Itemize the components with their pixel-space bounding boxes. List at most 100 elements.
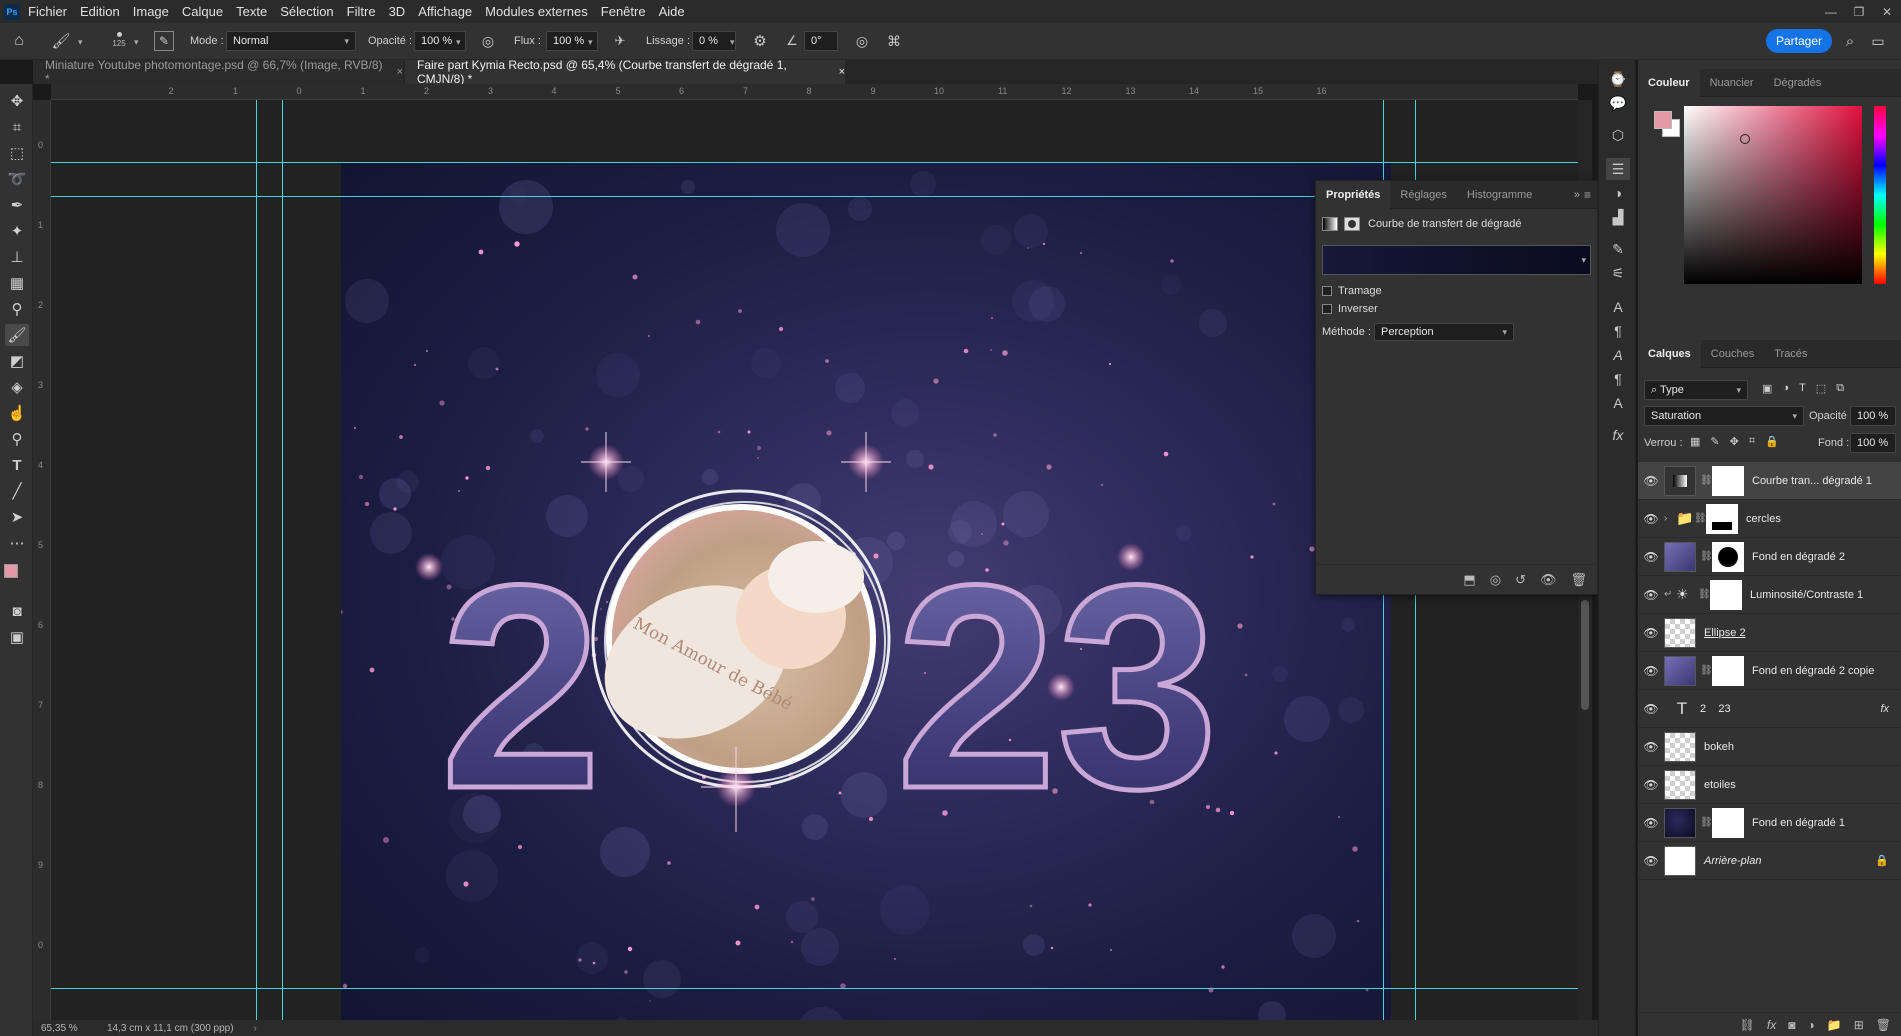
trash-icon[interactable]: 🗑: [1570, 572, 1587, 588]
smudge-tool-icon[interactable]: ☝: [5, 402, 29, 424]
fill-input[interactable]: 100 %: [1850, 433, 1896, 453]
guide-vertical[interactable]: [282, 100, 283, 1020]
paragraph-styles-icon[interactable]: ¶: [1606, 368, 1630, 390]
marquee-tool-icon[interactable]: ⬚: [5, 142, 29, 164]
dodge-tool-icon[interactable]: ⚲: [5, 428, 29, 450]
workspace-icon[interactable]: ▭: [1866, 31, 1890, 51]
new-layer-icon[interactable]: ⊞: [1854, 1018, 1864, 1032]
close-icon[interactable]: ×: [839, 66, 845, 78]
lock-transparent-icon[interactable]: ▦: [1690, 435, 1700, 448]
filter-smart-icon[interactable]: ⧉: [1836, 382, 1844, 395]
document-artwork[interactable]: 2 23 Mon Amour de Bébé: [339, 162, 1391, 1020]
character-icon[interactable]: A: [1606, 296, 1630, 318]
restore-icon[interactable]: ❐: [1845, 5, 1873, 19]
eye-icon[interactable]: 👁: [1638, 626, 1664, 640]
airbrush-icon[interactable]: ✈: [610, 31, 630, 51]
tab-faire-part[interactable]: Faire part Kymia Recto.psd @ 65,4% (Cour…: [405, 58, 845, 86]
document-info[interactable]: 14,3 cm x 11,1 cm (300 ppp): [107, 1023, 234, 1034]
brushes-icon[interactable]: ✎: [1606, 238, 1630, 260]
type-tool-icon[interactable]: T: [5, 454, 29, 476]
artboard-crop-icon[interactable]: ⌗: [5, 116, 29, 138]
close-icon[interactable]: ×: [397, 66, 403, 78]
filter-adjustment-icon[interactable]: ◑: [1782, 382, 1789, 395]
eraser-tool-icon[interactable]: ◩: [5, 350, 29, 372]
inverser-checkbox[interactable]: Inverser: [1322, 303, 1591, 315]
share-button[interactable]: Partager: [1766, 29, 1832, 53]
foreground-color[interactable]: [1654, 111, 1672, 129]
chevron-down-icon[interactable]: ▾: [1581, 255, 1590, 266]
link-layers-icon[interactable]: ⛓: [1740, 1018, 1755, 1032]
guide-horizontal[interactable]: [51, 162, 1578, 163]
layer-row[interactable]: 👁 Arrière-plan 🔒: [1638, 842, 1901, 880]
pattern-tool-icon[interactable]: ▦: [5, 272, 29, 294]
fx-icon[interactable]: fx: [1606, 424, 1630, 446]
brush-settings-icon[interactable]: ✎: [154, 31, 174, 51]
tab-calques[interactable]: Calques: [1638, 339, 1701, 368]
styles-icon[interactable]: ◑: [1606, 182, 1630, 204]
menu-fichier[interactable]: Fichier: [28, 4, 67, 19]
tab-traces[interactable]: Tracés: [1764, 340, 1817, 368]
add-mask-icon[interactable]: ◙: [1788, 1018, 1795, 1032]
pressure-size-icon[interactable]: ◎: [852, 31, 872, 51]
lock-pixels-icon[interactable]: ✎: [1710, 435, 1719, 448]
glyphs-icon[interactable]: A: [1606, 344, 1630, 366]
tab-nuancier[interactable]: Nuancier: [1700, 69, 1764, 97]
pen-tool-icon[interactable]: ✒: [5, 194, 29, 216]
filter-pixel-icon[interactable]: ▣: [1762, 382, 1772, 395]
hue-slider[interactable]: [1874, 106, 1886, 284]
history-icon[interactable]: ⌚: [1606, 68, 1630, 90]
color-field[interactable]: [1684, 106, 1862, 284]
magic-wand-icon[interactable]: ✦: [5, 220, 29, 242]
brush-tool-icon[interactable]: 🖌: [50, 31, 72, 51]
eye-icon[interactable]: 👁: [1638, 778, 1664, 792]
eye-icon[interactable]: 👁: [1638, 512, 1664, 526]
guide-horizontal[interactable]: [51, 988, 1578, 989]
new-adjustment-icon[interactable]: ◑: [1808, 1018, 1815, 1032]
smoothing-chevron-icon[interactable]: ▾: [730, 37, 735, 48]
layer-row[interactable]: 👁 T 2 23 fx: [1638, 690, 1901, 728]
layer-row[interactable]: 👁 ↵ ☀ ⛓ Luminosité/Contraste 1: [1638, 576, 1901, 614]
stamp-tool-icon[interactable]: ⊥: [5, 246, 29, 268]
quick-mask-icon[interactable]: ◙: [5, 600, 29, 622]
lock-position-icon[interactable]: ✥: [1730, 435, 1739, 448]
layer-row[interactable]: 👁 › 📁 ⛓ cercles: [1638, 500, 1901, 538]
panel-menu-icon[interactable]: ≡: [1584, 188, 1597, 202]
paint-bucket-icon[interactable]: ◈: [5, 376, 29, 398]
brush-size-picker[interactable]: 125: [106, 29, 132, 55]
tab-degrades[interactable]: Dégradés: [1764, 69, 1832, 97]
lock-artboard-icon[interactable]: ⌗: [1749, 435, 1755, 448]
eye-icon[interactable]: 👁: [1638, 740, 1664, 754]
tab-couleur[interactable]: Couleur: [1638, 68, 1700, 97]
lasso-tool-icon[interactable]: ➰: [5, 168, 29, 190]
close-window-icon[interactable]: ✕: [1873, 5, 1901, 19]
tab-proprietes[interactable]: Propriétés: [1316, 180, 1391, 209]
flow-chevron-icon[interactable]: ▾: [588, 37, 593, 48]
tab-couches[interactable]: Couches: [1701, 340, 1764, 368]
add-style-icon[interactable]: fx: [1767, 1018, 1776, 1032]
guide-vertical[interactable]: [256, 100, 257, 1020]
layer-row[interactable]: 👁 ⛓ Fond en dégradé 2 copie: [1638, 652, 1901, 690]
menu-image[interactable]: Image: [133, 4, 169, 19]
view-previous-icon[interactable]: ◎: [1490, 572, 1501, 588]
eye-icon[interactable]: 👁: [1638, 550, 1664, 564]
reset-icon[interactable]: ↺: [1515, 572, 1526, 588]
layer-filter-select[interactable]: ⌕ Type ▾: [1644, 380, 1748, 400]
path-selection-icon[interactable]: ➤: [5, 506, 29, 528]
menu-fenetre[interactable]: Fenêtre: [601, 4, 646, 19]
filter-type-icon[interactable]: T: [1799, 382, 1806, 395]
layer-row[interactable]: 👁 ⛓ Courbe tran... dégradé 1: [1638, 462, 1901, 500]
symmetry-icon[interactable]: ⌘: [884, 31, 904, 51]
brush-tool-icon[interactable]: 🖌: [5, 324, 29, 346]
expand-chevron-icon[interactable]: ›: [1664, 513, 1676, 524]
move-tool-icon[interactable]: ✥: [5, 90, 29, 112]
menu-aide[interactable]: Aide: [659, 4, 685, 19]
menu-edition[interactable]: Edition: [80, 4, 120, 19]
eye-icon[interactable]: 👁: [1638, 702, 1664, 716]
tab-miniature-youtube[interactable]: Miniature Youtube photomontage.psd @ 66,…: [33, 58, 403, 86]
character-styles-icon[interactable]: A: [1606, 392, 1630, 414]
gradient-preview[interactable]: ▾: [1322, 245, 1591, 275]
filter-shape-icon[interactable]: ⬚: [1816, 382, 1826, 395]
fx-badge[interactable]: fx: [1880, 703, 1889, 715]
zoom-level[interactable]: 65,35 %: [41, 1023, 91, 1034]
brush-size-chevron-icon[interactable]: ▾: [134, 37, 139, 48]
